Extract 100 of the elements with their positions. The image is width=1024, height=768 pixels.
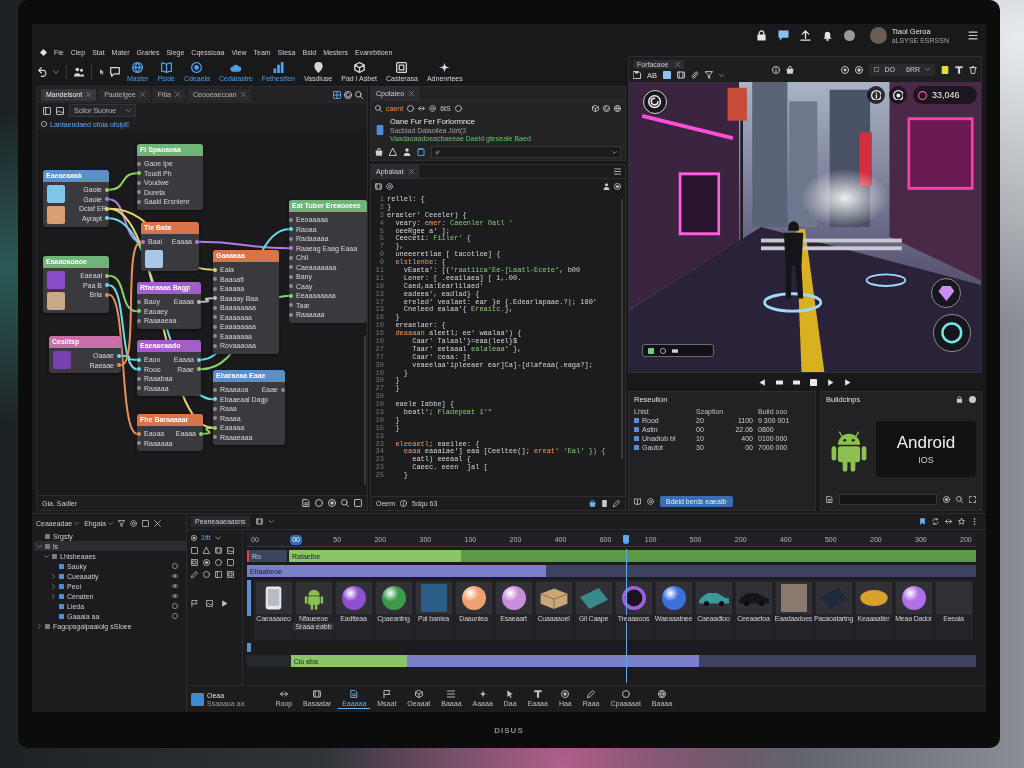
- clip-segment[interactable]: [698, 655, 976, 667]
- square-icon[interactable]: [354, 499, 362, 507]
- square-icon[interactable]: [810, 378, 817, 386]
- circle-icon[interactable]: [315, 499, 323, 507]
- bookmark-icon[interactable]: [919, 518, 926, 525]
- dot-icon[interactable]: [843, 29, 855, 41]
- clip-segment[interactable]: [247, 655, 291, 667]
- bag-icon[interactable]: [375, 148, 383, 156]
- search-icon[interactable]: [375, 104, 382, 112]
- target-icon[interactable]: [841, 65, 850, 74]
- square-icon[interactable]: [227, 559, 234, 566]
- cube-icon[interactable]: [592, 104, 599, 112]
- menu-icon[interactable]: [614, 168, 621, 175]
- pencil-icon[interactable]: [613, 500, 620, 507]
- clip-segment[interactable]: [407, 655, 699, 667]
- circle-icon[interactable]: [407, 104, 415, 112]
- note-icon[interactable]: [941, 65, 949, 74]
- bell-icon[interactable]: [821, 29, 833, 41]
- eye-icon[interactable]: [172, 593, 178, 599]
- person-icon[interactable]: [403, 148, 411, 156]
- input-field[interactable]: [431, 146, 621, 158]
- chevron-down-icon[interactable]: [268, 519, 274, 524]
- grid-icon[interactable]: [333, 90, 341, 99]
- clip-segment[interactable]: [545, 565, 976, 577]
- chevron-right-icon[interactable]: [51, 573, 56, 579]
- cursor-icon[interactable]: [99, 69, 105, 75]
- filter-icon[interactable]: [118, 520, 125, 527]
- clip-segment[interactable]: [460, 550, 976, 562]
- gear-icon[interactable]: [429, 104, 437, 112]
- port-icon[interactable]: [281, 387, 285, 392]
- link-icon[interactable]: [691, 71, 699, 79]
- arrows-icon[interactable]: [945, 518, 952, 525]
- triangle-icon[interactable]: [389, 148, 397, 156]
- circle-icon[interactable]: [215, 559, 222, 566]
- stamp-icon[interactable]: [955, 65, 963, 74]
- chat-bubble-icon[interactable]: [777, 29, 789, 41]
- bar-icon[interactable]: [793, 378, 800, 386]
- avatar-placeholder[interactable]: [869, 26, 887, 44]
- record-icon[interactable]: [943, 496, 950, 503]
- record-icon[interactable]: [328, 499, 336, 507]
- gear-icon[interactable]: [130, 520, 137, 527]
- trash-icon[interactable]: [969, 65, 977, 74]
- chevron-down-icon[interactable]: [37, 543, 42, 549]
- circle-icon[interactable]: [172, 613, 178, 619]
- port-icon[interactable]: [199, 431, 203, 436]
- pencil-icon[interactable]: [191, 571, 198, 578]
- star-icon[interactable]: [958, 518, 965, 525]
- bar-icon[interactable]: [776, 378, 783, 386]
- frame-icon[interactable]: [227, 571, 234, 578]
- record-icon[interactable]: [855, 65, 864, 74]
- circle-icon[interactable]: [172, 563, 178, 569]
- port-icon[interactable]: [141, 239, 145, 244]
- logo-icon[interactable]: [40, 48, 47, 56]
- bag-icon[interactable]: [589, 500, 596, 507]
- document-icon[interactable]: [826, 496, 833, 503]
- chevron-down-icon[interactable]: [53, 69, 59, 75]
- close-icon[interactable]: [240, 92, 246, 97]
- platform-tile[interactable]: Android IOS: [876, 421, 976, 477]
- circle-icon[interactable]: [172, 603, 178, 609]
- search-icon[interactable]: [341, 499, 349, 507]
- play-icon[interactable]: [221, 600, 228, 607]
- close-icon[interactable]: [409, 91, 415, 96]
- chevron-down-icon[interactable]: [44, 553, 49, 559]
- globe-icon[interactable]: [614, 104, 621, 112]
- flag-icon[interactable]: [191, 600, 198, 607]
- clipboard-icon[interactable]: [417, 148, 425, 156]
- save-icon[interactable]: [633, 71, 641, 79]
- sidebar-icon[interactable]: [43, 106, 51, 115]
- record-icon[interactable]: [203, 559, 210, 566]
- close-icon[interactable]: [174, 92, 180, 97]
- swirl-icon[interactable]: [344, 90, 352, 99]
- tablet-icon[interactable]: [601, 500, 608, 507]
- users-icon[interactable]: [74, 67, 84, 77]
- bag-icon[interactable]: [785, 65, 794, 74]
- expand-icon[interactable]: [969, 496, 976, 503]
- circle-icon[interactable]: [203, 571, 210, 578]
- close-icon[interactable]: [154, 520, 161, 527]
- chevron-right-icon[interactable]: [51, 593, 56, 599]
- triangle-icon[interactable]: [203, 547, 210, 554]
- arrows-icon[interactable]: [418, 104, 426, 112]
- chevron-down-icon[interactable]: [719, 72, 724, 78]
- port-icon[interactable]: [197, 299, 201, 304]
- sidebar-icon[interactable]: [215, 571, 222, 578]
- filter-icon[interactable]: [705, 71, 713, 79]
- menu-icon[interactable]: [968, 30, 978, 40]
- square-icon[interactable]: [142, 520, 149, 527]
- reverse-play-icon[interactable]: [759, 378, 766, 386]
- upload-icon[interactable]: [799, 29, 811, 41]
- port-icon[interactable]: [195, 239, 199, 244]
- gear-icon[interactable]: [647, 498, 654, 505]
- chevron-right-icon[interactable]: [37, 623, 42, 629]
- frame-icon[interactable]: [191, 559, 198, 566]
- loop-icon[interactable]: [932, 518, 939, 525]
- image-icon[interactable]: [227, 547, 234, 554]
- undo-icon[interactable]: [38, 67, 48, 77]
- comment-icon[interactable]: [110, 67, 120, 77]
- lock-icon[interactable]: [755, 29, 767, 41]
- lock-icon[interactable]: [956, 396, 963, 403]
- square-icon[interactable]: [191, 547, 198, 554]
- playhead-handle[interactable]: [623, 535, 630, 544]
